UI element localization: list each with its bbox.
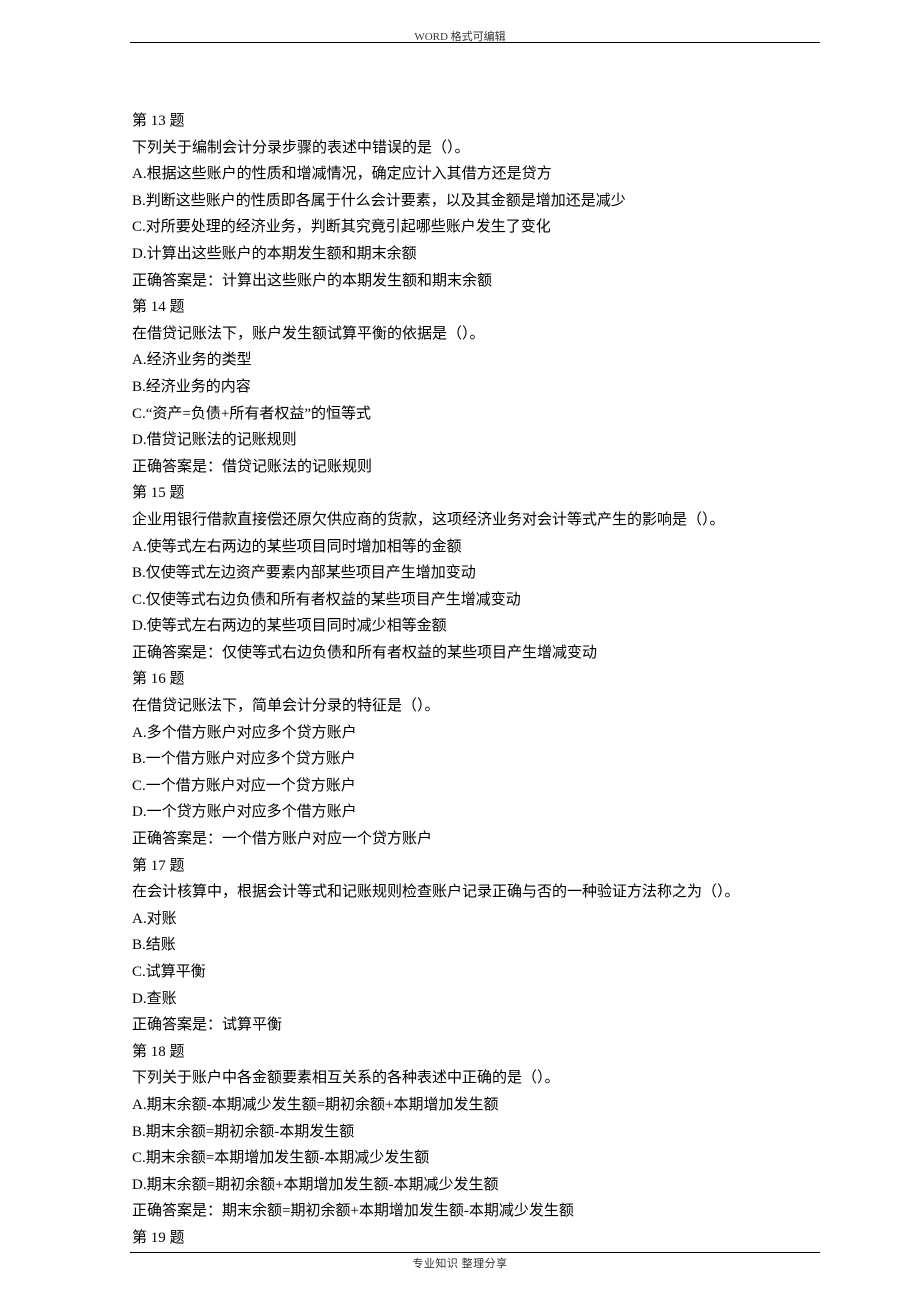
question-heading: 第 15 题 (132, 480, 820, 507)
question-stem: 在会计核算中，根据会计等式和记账规则检查账户记录正确与否的一种验证方法称之为（）… (132, 879, 820, 906)
question-stem: 在借贷记账法下，账户发生额试算平衡的依据是（）。 (132, 321, 820, 348)
question-option: A.使等式左右两边的某些项目同时增加相等的金额 (132, 534, 820, 561)
question-heading: 第 18 题 (132, 1039, 820, 1066)
question-option: B.经济业务的内容 (132, 374, 820, 401)
question-option: C.试算平衡 (132, 959, 820, 986)
question-option: B.仅使等式左边资产要素内部某些项目产生增加变动 (132, 560, 820, 587)
question-option: C.“资产=负债+所有者权益”的恒等式 (132, 401, 820, 428)
question-option: A.经济业务的类型 (132, 347, 820, 374)
footer-rule (130, 1252, 820, 1253)
question-heading: 第 14 题 (132, 294, 820, 321)
question-answer: 正确答案是：仅使等式右边负债和所有者权益的某些项目产生增减变动 (132, 640, 820, 667)
question-option: D.期末余额=期初余额+本期增加发生额-本期减少发生额 (132, 1172, 820, 1199)
question-option: B.结账 (132, 932, 820, 959)
question-heading: 第 19 题 (132, 1225, 820, 1252)
question-option: D.计算出这些账户的本期发生额和期末余额 (132, 241, 820, 268)
document-content: 第 13 题 下列关于编制会计分录步骤的表述中错误的是（）。 A.根据这些账户的… (132, 108, 820, 1252)
question-option: C.期末余额=本期增加发生额-本期减少发生额 (132, 1145, 820, 1172)
question-stem: 下列关于编制会计分录步骤的表述中错误的是（）。 (132, 135, 820, 162)
question-answer: 正确答案是：期末余额=期初余额+本期增加发生额-本期减少发生额 (132, 1198, 820, 1225)
question-option: A.对账 (132, 906, 820, 933)
question-option: C.对所要处理的经济业务，判断其究竟引起哪些账户发生了变化 (132, 214, 820, 241)
question-answer: 正确答案是：一个借方账户对应一个贷方账户 (132, 826, 820, 853)
question-option: D.借贷记账法的记账规则 (132, 427, 820, 454)
header-rule (130, 42, 820, 43)
question-answer: 正确答案是：计算出这些账户的本期发生额和期末余额 (132, 268, 820, 295)
question-stem: 企业用银行借款直接偿还原欠供应商的货款，这项经济业务对会计等式产生的影响是（）。 (132, 507, 820, 534)
question-option: C.仅使等式右边负债和所有者权益的某些项目产生增减变动 (132, 587, 820, 614)
question-option: B.期末余额=期初余额-本期发生额 (132, 1119, 820, 1146)
question-option: D.一个贷方账户对应多个借方账户 (132, 799, 820, 826)
question-option: D.使等式左右两边的某些项目同时减少相等金额 (132, 613, 820, 640)
question-heading: 第 17 题 (132, 853, 820, 880)
question-option: D.查账 (132, 986, 820, 1013)
question-option: B.一个借方账户对应多个贷方账户 (132, 746, 820, 773)
question-option: A.根据这些账户的性质和增减情况，确定应计入其借方还是贷方 (132, 161, 820, 188)
question-option: A.期末余额-本期减少发生额=期初余额+本期增加发生额 (132, 1092, 820, 1119)
question-option: B.判断这些账户的性质即各属于什么会计要素，以及其金额是增加还是减少 (132, 188, 820, 215)
question-option: C.一个借方账户对应一个贷方账户 (132, 773, 820, 800)
question-stem: 下列关于账户中各金额要素相互关系的各种表述中正确的是（）。 (132, 1065, 820, 1092)
question-heading: 第 16 题 (132, 666, 820, 693)
question-answer: 正确答案是：试算平衡 (132, 1012, 820, 1039)
question-stem: 在借贷记账法下，简单会计分录的特征是（）。 (132, 693, 820, 720)
question-option: A.多个借方账户对应多个贷方账户 (132, 720, 820, 747)
question-heading: 第 13 题 (132, 108, 820, 135)
document-page: WORD 格式可编辑 第 13 题 下列关于编制会计分录步骤的表述中错误的是（）… (0, 0, 920, 1303)
page-footer: 专业知识 整理分享 (0, 1255, 920, 1271)
question-answer: 正确答案是：借贷记账法的记账规则 (132, 454, 820, 481)
